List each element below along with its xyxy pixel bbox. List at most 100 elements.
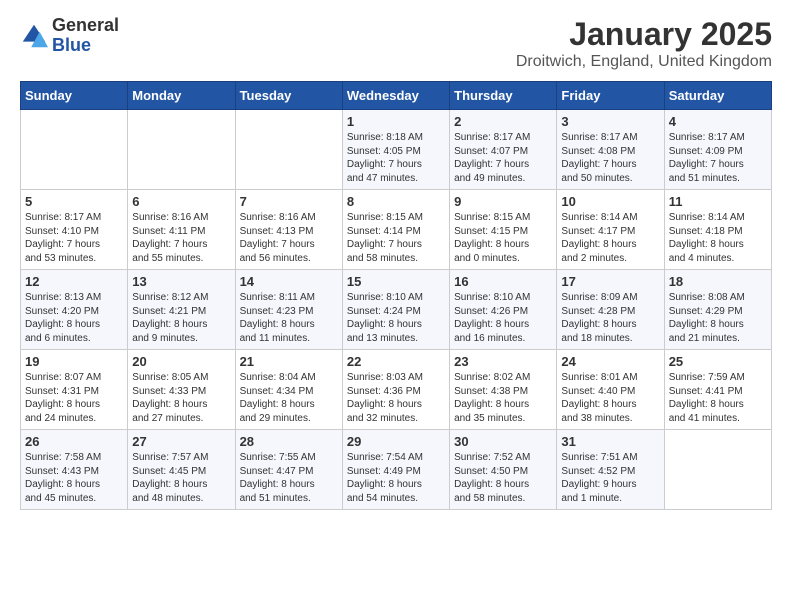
day-cell: 22 Sunrise: 8:03 AM Sunset: 4:36 PM Dayli… bbox=[342, 350, 449, 430]
day-number: 23 bbox=[454, 354, 552, 369]
day-number: 16 bbox=[454, 274, 552, 289]
day-detail: Sunrise: 7:58 AM Sunset: 4:43 PM Dayligh… bbox=[25, 452, 101, 504]
week-row-2: 5Sunrise: 8:17 AM Sunset: 4:10 PM Daylig… bbox=[21, 190, 772, 270]
day-number: 5 bbox=[25, 194, 123, 209]
day-number: 2 bbox=[454, 114, 552, 129]
day-cell: 1 Sunrise: 8:18 AM Sunset: 4:05 PM Daylig… bbox=[342, 110, 449, 190]
logo-general: General bbox=[52, 16, 119, 36]
calendar-header: SundayMondayTuesdayWednesdayThursdayFrid… bbox=[21, 82, 772, 110]
day-detail: Sunrise: 7:51 AM Sunset: 4:52 PM Dayligh… bbox=[561, 452, 637, 504]
day-cell: 8 Sunrise: 8:15 AM Sunset: 4:14 PM Daylig… bbox=[342, 190, 449, 270]
logo: General Blue bbox=[20, 16, 119, 56]
day-cell: 28Sunrise: 7:55 AM Sunset: 4:47 PM Dayli… bbox=[235, 430, 342, 510]
day-detail: Sunrise: 8:12 AM Sunset: 4:21 PM Dayligh… bbox=[132, 292, 208, 344]
day-cell: 14 Sunrise: 8:11 AM Sunset: 4:23 PM Dayli… bbox=[235, 270, 342, 350]
header-cell-tuesday: Tuesday bbox=[235, 82, 342, 110]
day-cell: 24 Sunrise: 8:01 AM Sunset: 4:40 PM Dayli… bbox=[557, 350, 664, 430]
day-cell: 27Sunrise: 7:57 AM Sunset: 4:45 PM Dayli… bbox=[128, 430, 235, 510]
title-block: January 2025 Droitwich, England, United … bbox=[516, 16, 772, 71]
day-cell: 13Sunrise: 8:12 AM Sunset: 4:21 PM Dayli… bbox=[128, 270, 235, 350]
day-detail: Sunrise: 8:09 AM Sunset: 4:28 PM Dayligh… bbox=[561, 292, 637, 344]
day-detail: Sunrise: 8:04 AM Sunset: 4:34 PM Dayligh… bbox=[240, 372, 316, 424]
day-detail: Sunrise: 8:14 AM Sunset: 4:17 PM Dayligh… bbox=[561, 212, 637, 264]
header-row: SundayMondayTuesdayWednesdayThursdayFrid… bbox=[21, 82, 772, 110]
day-detail: Sunrise: 8:16 AM Sunset: 4:13 PM Dayligh… bbox=[240, 212, 316, 264]
day-detail: Sunrise: 8:08 AM Sunset: 4:29 PM Dayligh… bbox=[669, 292, 745, 344]
day-cell: 7 Sunrise: 8:16 AM Sunset: 4:13 PM Daylig… bbox=[235, 190, 342, 270]
day-number: 25 bbox=[669, 354, 767, 369]
day-detail: Sunrise: 8:03 AM Sunset: 4:36 PM Dayligh… bbox=[347, 372, 423, 424]
day-detail: Sunrise: 8:10 AM Sunset: 4:24 PM Dayligh… bbox=[347, 292, 423, 344]
day-number: 3 bbox=[561, 114, 659, 129]
header-cell-friday: Friday bbox=[557, 82, 664, 110]
header-cell-thursday: Thursday bbox=[450, 82, 557, 110]
day-number: 29 bbox=[347, 434, 445, 449]
header-cell-sunday: Sunday bbox=[21, 82, 128, 110]
day-number: 27 bbox=[132, 434, 230, 449]
day-cell: 11 Sunrise: 8:14 AM Sunset: 4:18 PM Dayli… bbox=[664, 190, 771, 270]
day-cell: 4Sunrise: 8:17 AM Sunset: 4:09 PM Daylig… bbox=[664, 110, 771, 190]
day-detail: Sunrise: 7:55 AM Sunset: 4:47 PM Dayligh… bbox=[240, 452, 316, 504]
day-detail: Sunrise: 7:54 AM Sunset: 4:49 PM Dayligh… bbox=[347, 452, 423, 504]
day-number: 9 bbox=[454, 194, 552, 209]
week-row-5: 26Sunrise: 7:58 AM Sunset: 4:43 PM Dayli… bbox=[21, 430, 772, 510]
day-number: 24 bbox=[561, 354, 659, 369]
calendar-title: January 2025 bbox=[516, 16, 772, 53]
day-cell bbox=[235, 110, 342, 190]
header-cell-monday: Monday bbox=[128, 82, 235, 110]
day-detail: Sunrise: 8:05 AM Sunset: 4:33 PM Dayligh… bbox=[132, 372, 208, 424]
day-number: 6 bbox=[132, 194, 230, 209]
week-row-3: 12Sunrise: 8:13 AM Sunset: 4:20 PM Dayli… bbox=[21, 270, 772, 350]
week-row-4: 19Sunrise: 8:07 AM Sunset: 4:31 PM Dayli… bbox=[21, 350, 772, 430]
day-cell: 9Sunrise: 8:15 AM Sunset: 4:15 PM Daylig… bbox=[450, 190, 557, 270]
day-cell: 17 Sunrise: 8:09 AM Sunset: 4:28 PM Dayli… bbox=[557, 270, 664, 350]
day-detail: Sunrise: 8:17 AM Sunset: 4:07 PM Dayligh… bbox=[454, 132, 530, 184]
day-detail: Sunrise: 8:16 AM Sunset: 4:11 PM Dayligh… bbox=[132, 212, 208, 264]
day-cell: 5Sunrise: 8:17 AM Sunset: 4:10 PM Daylig… bbox=[21, 190, 128, 270]
logo-icon bbox=[20, 22, 48, 50]
day-number: 4 bbox=[669, 114, 767, 129]
day-cell: 3Sunrise: 8:17 AM Sunset: 4:08 PM Daylig… bbox=[557, 110, 664, 190]
day-detail: Sunrise: 8:10 AM Sunset: 4:26 PM Dayligh… bbox=[454, 292, 530, 344]
day-number: 10 bbox=[561, 194, 659, 209]
day-number: 8 bbox=[347, 194, 445, 209]
day-cell: 15Sunrise: 8:10 AM Sunset: 4:24 PM Dayli… bbox=[342, 270, 449, 350]
logo-blue: Blue bbox=[52, 36, 119, 56]
calendar-page: General Blue January 2025 Droitwich, Eng… bbox=[0, 0, 792, 612]
header-cell-saturday: Saturday bbox=[664, 82, 771, 110]
day-detail: Sunrise: 8:14 AM Sunset: 4:18 PM Dayligh… bbox=[669, 212, 745, 264]
day-number: 7 bbox=[240, 194, 338, 209]
day-detail: Sunrise: 8:15 AM Sunset: 4:14 PM Dayligh… bbox=[347, 212, 423, 264]
day-cell: 10 Sunrise: 8:14 AM Sunset: 4:17 PM Dayli… bbox=[557, 190, 664, 270]
day-number: 31 bbox=[561, 434, 659, 449]
day-cell: 6 Sunrise: 8:16 AM Sunset: 4:11 PM Daylig… bbox=[128, 190, 235, 270]
day-detail: Sunrise: 7:52 AM Sunset: 4:50 PM Dayligh… bbox=[454, 452, 530, 504]
day-detail: Sunrise: 8:11 AM Sunset: 4:23 PM Dayligh… bbox=[240, 292, 315, 344]
day-cell: 30 Sunrise: 7:52 AM Sunset: 4:50 PM Dayli… bbox=[450, 430, 557, 510]
day-detail: Sunrise: 8:01 AM Sunset: 4:40 PM Dayligh… bbox=[561, 372, 637, 424]
day-cell: 19Sunrise: 8:07 AM Sunset: 4:31 PM Dayli… bbox=[21, 350, 128, 430]
day-number: 11 bbox=[669, 194, 767, 209]
calendar-subtitle: Droitwich, England, United Kingdom bbox=[516, 53, 772, 71]
day-number: 12 bbox=[25, 274, 123, 289]
day-cell bbox=[664, 430, 771, 510]
day-detail: Sunrise: 7:59 AM Sunset: 4:41 PM Dayligh… bbox=[669, 372, 745, 424]
header-cell-wednesday: Wednesday bbox=[342, 82, 449, 110]
day-cell: 25 Sunrise: 7:59 AM Sunset: 4:41 PM Dayli… bbox=[664, 350, 771, 430]
day-cell: 21 Sunrise: 8:04 AM Sunset: 4:34 PM Dayli… bbox=[235, 350, 342, 430]
calendar-body: 1 Sunrise: 8:18 AM Sunset: 4:05 PM Daylig… bbox=[21, 110, 772, 510]
day-number: 17 bbox=[561, 274, 659, 289]
day-cell: 20 Sunrise: 8:05 AM Sunset: 4:33 PM Dayli… bbox=[128, 350, 235, 430]
day-number: 30 bbox=[454, 434, 552, 449]
day-cell: 26Sunrise: 7:58 AM Sunset: 4:43 PM Dayli… bbox=[21, 430, 128, 510]
day-number: 14 bbox=[240, 274, 338, 289]
day-number: 1 bbox=[347, 114, 445, 129]
day-cell bbox=[128, 110, 235, 190]
day-detail: Sunrise: 8:18 AM Sunset: 4:05 PM Dayligh… bbox=[347, 132, 423, 184]
day-number: 21 bbox=[240, 354, 338, 369]
day-cell: 18Sunrise: 8:08 AM Sunset: 4:29 PM Dayli… bbox=[664, 270, 771, 350]
day-number: 20 bbox=[132, 354, 230, 369]
day-number: 22 bbox=[347, 354, 445, 369]
day-cell bbox=[21, 110, 128, 190]
header: General Blue January 2025 Droitwich, Eng… bbox=[20, 16, 772, 71]
